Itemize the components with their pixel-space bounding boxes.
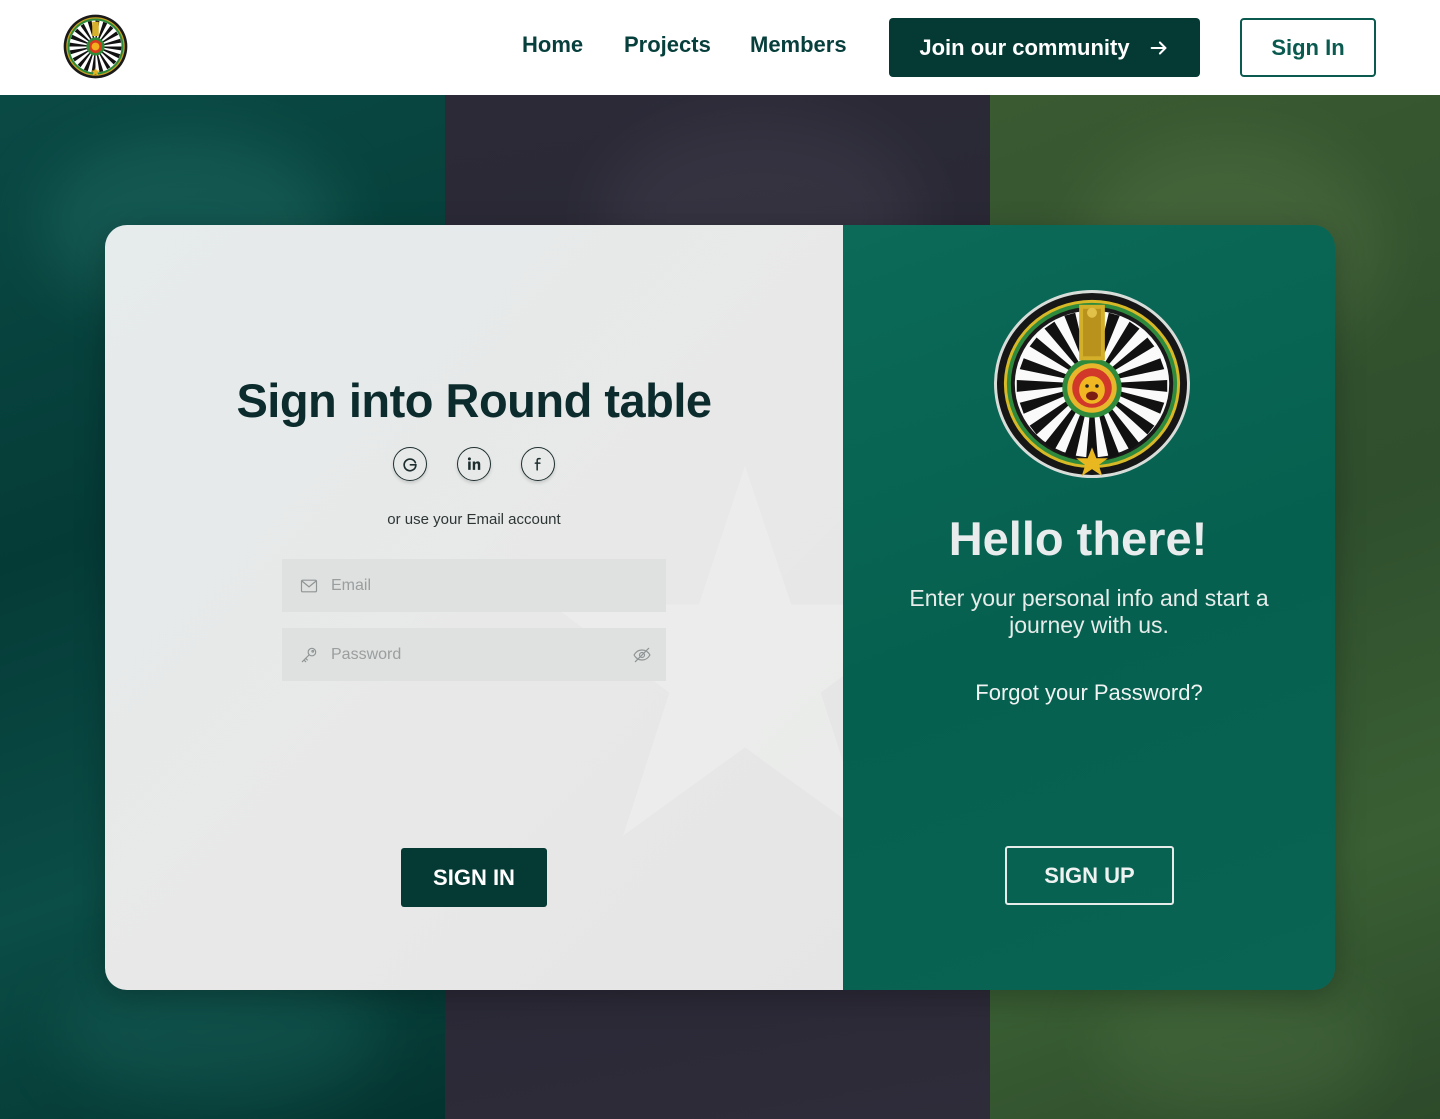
forgot-password-link[interactable]: Forgot your Password? [843, 680, 1335, 706]
header-signin-button[interactable]: Sign In [1240, 18, 1376, 77]
top-navbar: Home Projects Members Join our community… [0, 0, 1440, 95]
welcome-subtext: Enter your personal info and start a jou… [909, 585, 1269, 638]
round-table-logo[interactable] [63, 14, 128, 79]
nav-projects[interactable]: Projects [624, 32, 711, 58]
round-table-emblem [994, 289, 1190, 479]
linkedin-icon [467, 457, 481, 470]
email-input[interactable] [331, 576, 611, 595]
nav-home[interactable]: Home [522, 32, 583, 58]
linkedin-login-button[interactable] [457, 447, 491, 481]
password-input[interactable] [331, 645, 611, 664]
signin-title: Sign into Round table [236, 374, 712, 427]
facebook-login-button[interactable] [521, 447, 555, 481]
flag-fold [1100, 975, 1380, 1115]
key-icon [301, 647, 317, 662]
arrow-right-icon [1150, 40, 1167, 55]
signin-panel: Sign into Round table or use your Email … [105, 225, 939, 990]
auth-card: Sign into Round table or use your Email … [105, 225, 1335, 990]
mail-icon [300, 579, 318, 592]
email-field[interactable] [282, 559, 666, 612]
signup-button[interactable]: SIGN UP [1005, 846, 1174, 905]
welcome-heading: Hello there! [948, 512, 1208, 565]
facebook-icon [534, 457, 541, 471]
signin-submit-button[interactable]: SIGN IN [401, 848, 547, 907]
join-community-label: Join our community [919, 34, 1130, 60]
join-community-button[interactable]: Join our community [889, 18, 1200, 77]
google-login-button[interactable] [393, 447, 427, 481]
nav-members[interactable]: Members [750, 32, 847, 58]
welcome-panel: Hello there! Enter your personal info an… [843, 225, 1335, 990]
password-field[interactable] [282, 628, 666, 681]
eye-off-icon[interactable] [632, 645, 652, 665]
email-option-text: or use your Email account [387, 511, 561, 528]
google-icon [403, 458, 417, 472]
